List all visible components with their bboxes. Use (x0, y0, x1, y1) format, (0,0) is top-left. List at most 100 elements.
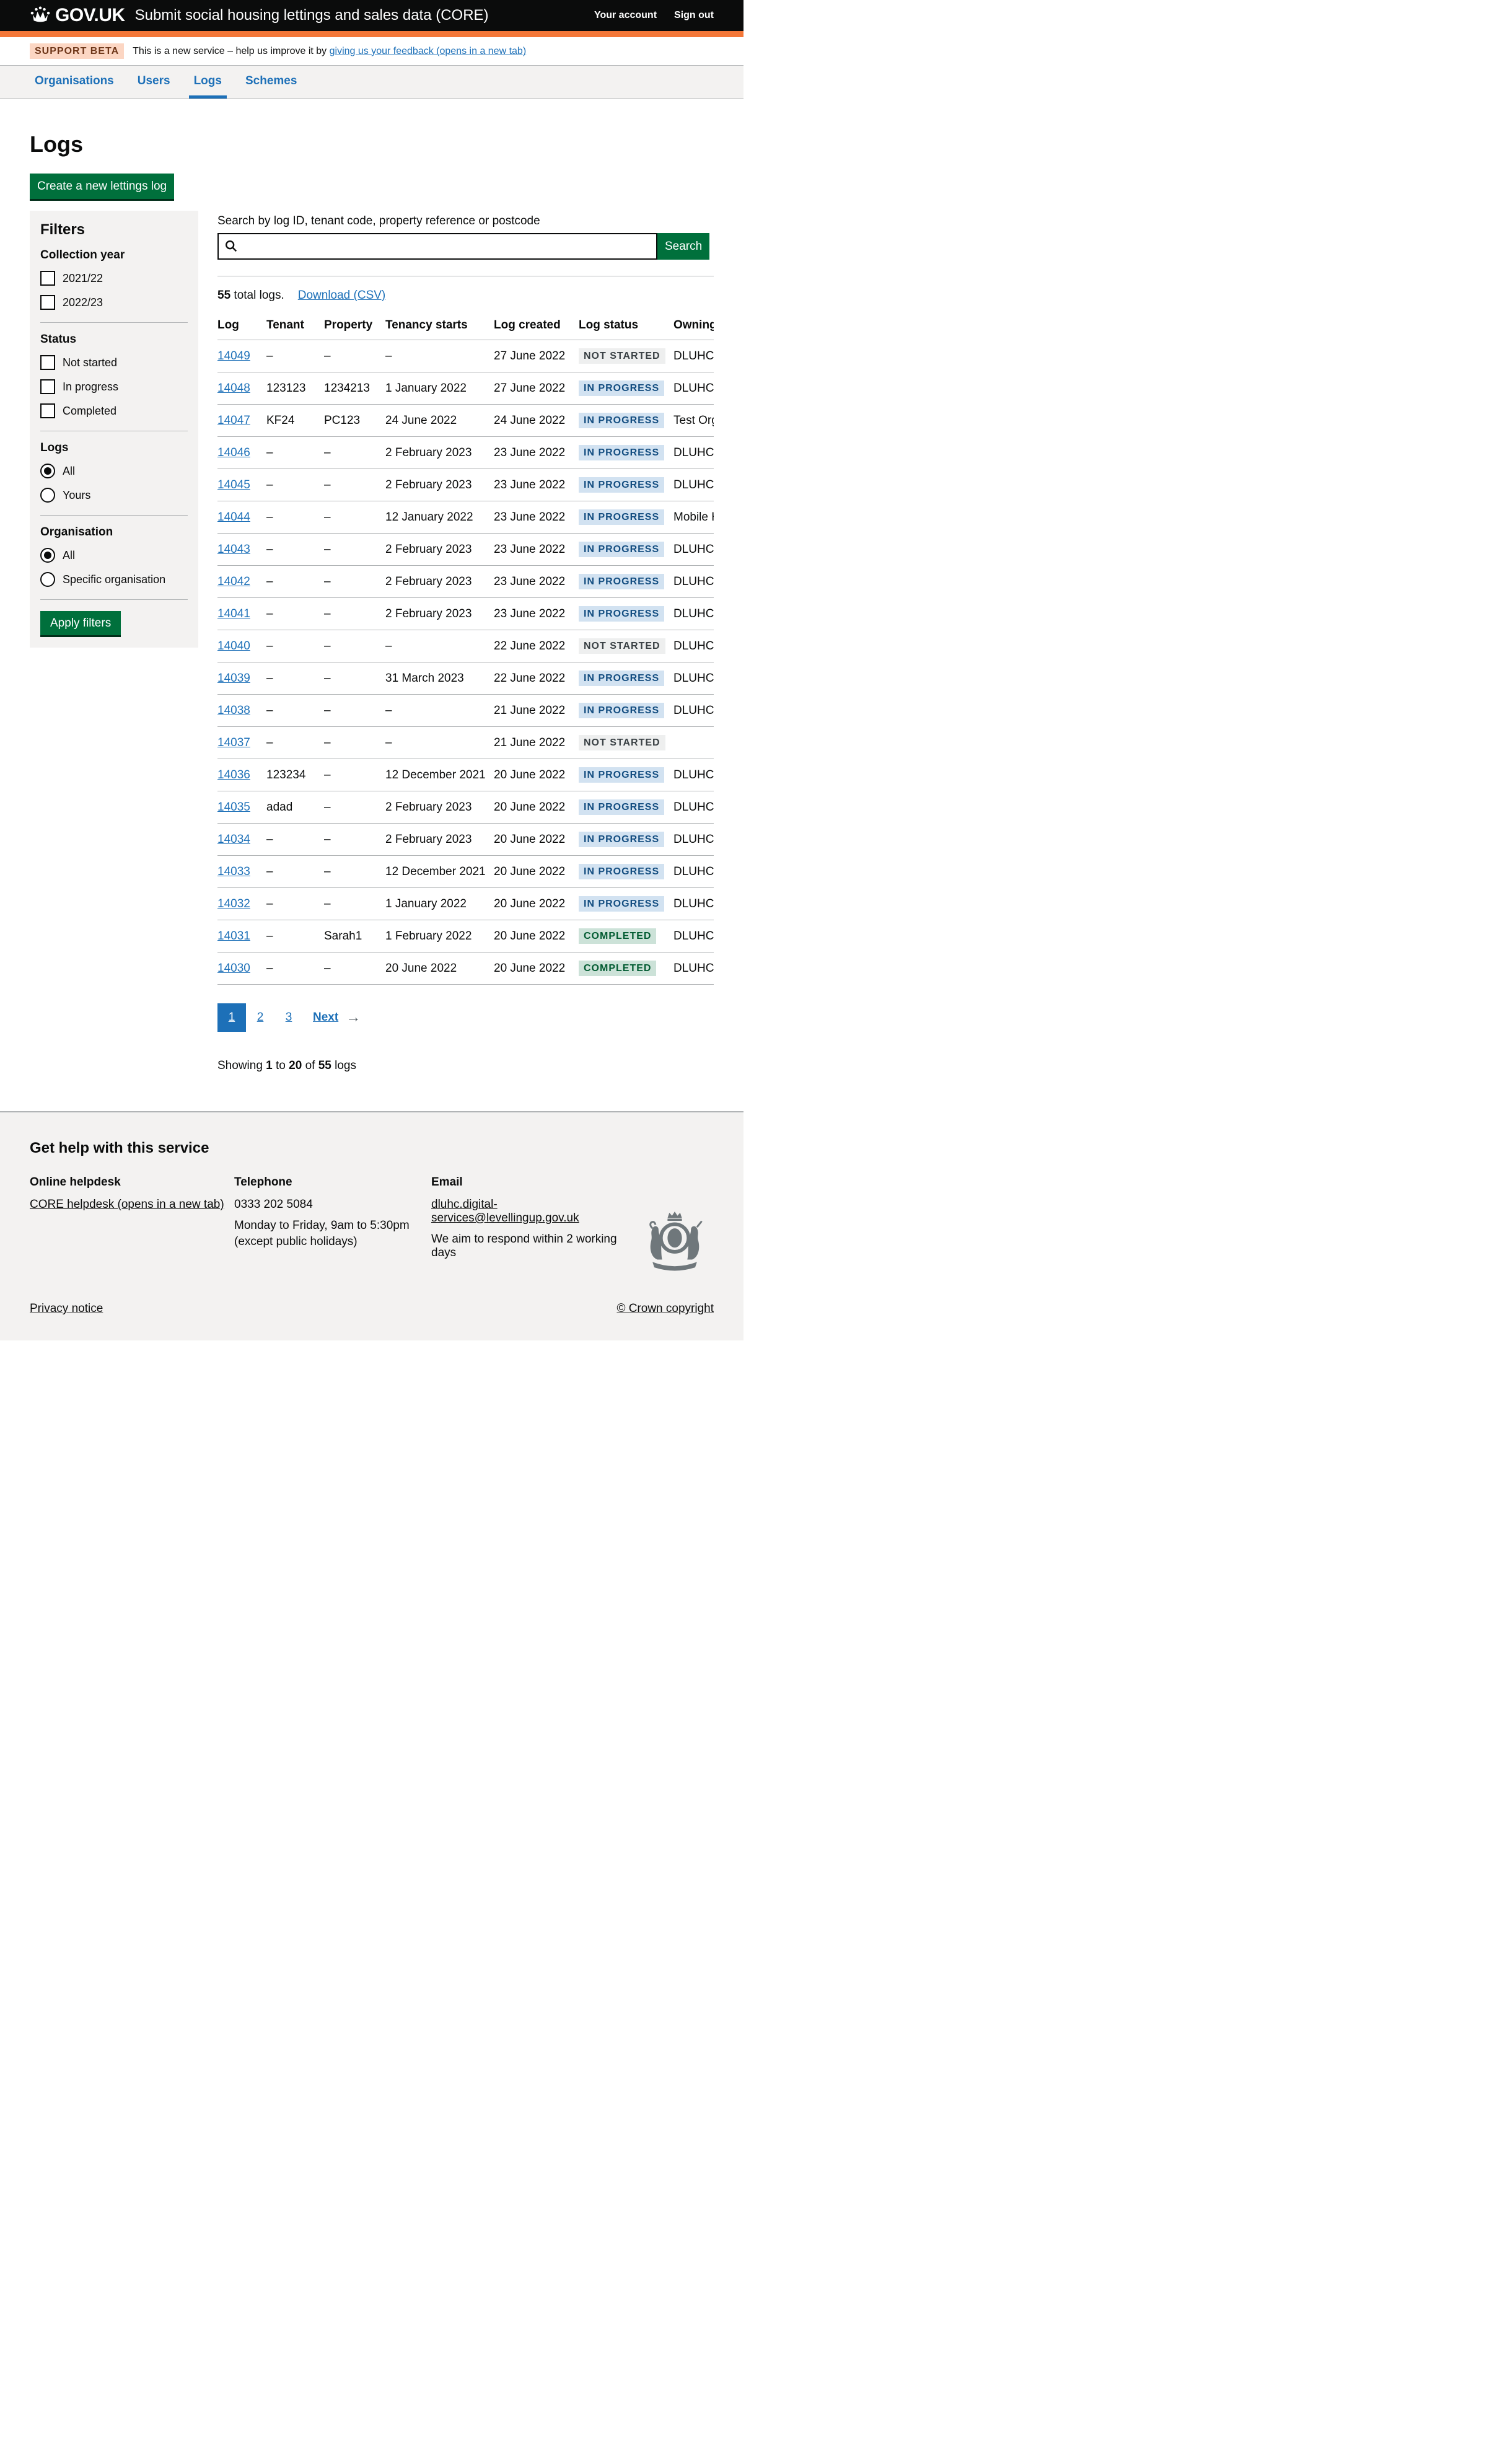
footer-column-email: Email dluhc.digital-services@levellingup… (431, 1176, 636, 1260)
apply-filters-button[interactable]: Apply filters (40, 611, 121, 635)
checkbox-2022-23[interactable] (40, 295, 55, 310)
pagination-page-1[interactable]: 1 (217, 1003, 246, 1032)
owning-organisation-cell: DLUHC Test (673, 888, 714, 920)
showing-from: 1 (266, 1059, 273, 1072)
checkbox-not-started[interactable] (40, 355, 55, 370)
pagination-page-3[interactable]: 3 (274, 1003, 303, 1032)
log-created-cell: 27 June 2022 (494, 372, 579, 405)
radio-logs-yours[interactable] (40, 488, 55, 503)
footer-column-online-helpdesk: Online helpdesk CORE helpdesk (opens in … (30, 1176, 234, 1260)
column-header-log-created: Log created (494, 311, 579, 340)
owning-organisation-cell: DLUHC Test (673, 534, 714, 566)
property-cell: – (324, 695, 385, 727)
log-id-link[interactable]: 14040 (217, 640, 250, 653)
search-input[interactable] (217, 233, 657, 260)
log-id-link[interactable]: 14046 (217, 446, 250, 459)
owning-organisation-cell: Mobile Hous (673, 501, 714, 534)
radio-label: Yours (63, 489, 90, 502)
log-created-cell: 23 June 2022 (494, 598, 579, 630)
logs-table: Log Tenant Property Tenancy starts Log c… (217, 311, 714, 985)
crown-copyright-link[interactable]: © Crown copyright (616, 1302, 714, 1316)
log-id-link[interactable]: 14036 (217, 768, 250, 781)
page-title: Logs (30, 131, 714, 157)
log-id-link[interactable]: 14038 (217, 704, 250, 717)
log-id-link[interactable]: 14033 (217, 865, 250, 878)
checkbox-option-not-started: Not started (40, 355, 188, 370)
feedback-link[interactable]: giving us your feedback (opens in a new … (330, 46, 527, 56)
log-id-link[interactable]: 14044 (217, 511, 250, 524)
status-badge: In progress (579, 542, 664, 557)
nav-item-users[interactable]: Users (133, 66, 175, 99)
radio-logs-all[interactable] (40, 464, 55, 478)
log-id-link[interactable]: 14030 (217, 962, 250, 975)
property-cell: – (324, 888, 385, 920)
log-id-link[interactable]: 14045 (217, 478, 250, 491)
log-created-cell: 21 June 2022 (494, 727, 579, 759)
nav-item-organisations[interactable]: Organisations (30, 66, 119, 99)
logs-table-body: 14049 – – – 27 June 2022 Not started DLU… (217, 340, 714, 985)
table-row: 14046 – – 2 February 2023 23 June 2022 I… (217, 437, 714, 469)
column-header-property: Property (324, 311, 385, 340)
checkbox-completed[interactable] (40, 403, 55, 418)
tenant-cell: – (266, 598, 324, 630)
pagination-next-link[interactable]: Next (313, 1011, 338, 1024)
table-row: 14035 adad – 2 February 2023 20 June 202… (217, 791, 714, 824)
table-row: 14031 – Sarah1 1 February 2022 20 June 2… (217, 920, 714, 953)
radio-label: All (63, 549, 75, 562)
tenancy-starts-cell: – (385, 695, 494, 727)
filter-heading-logs: Logs (40, 441, 188, 455)
log-id-link[interactable]: 14031 (217, 930, 250, 943)
status-badge: In progress (579, 477, 664, 493)
log-created-cell: 23 June 2022 (494, 534, 579, 566)
log-id-link[interactable]: 14049 (217, 350, 250, 363)
table-header-row: Log Tenant Property Tenancy starts Log c… (217, 311, 714, 340)
log-id-link[interactable]: 14041 (217, 607, 250, 620)
owning-organisation-cell: DLUHC Test (673, 469, 714, 501)
property-cell: Sarah1 (324, 920, 385, 953)
tenancy-starts-cell: 2 February 2023 (385, 791, 494, 824)
log-id-link[interactable]: 14039 (217, 672, 250, 685)
nav-item-logs[interactable]: Logs (189, 66, 227, 99)
table-row: 14048 123123 1234213 1 January 2022 27 J… (217, 372, 714, 405)
radio-option-logs-yours: Yours (40, 488, 188, 503)
govuk-logo-link[interactable]: GOV.UK (30, 5, 125, 26)
sign-out-link[interactable]: Sign out (674, 10, 714, 21)
property-cell: – (324, 469, 385, 501)
pagination-page-2[interactable]: 2 (246, 1003, 274, 1032)
service-name-link[interactable]: Submit social housing lettings and sales… (135, 7, 489, 24)
tenant-cell: – (266, 856, 324, 888)
owning-organisation-cell: DLUHC (673, 340, 714, 372)
support-beta-tag: SUPPORT BETA (30, 43, 124, 59)
table-row: 14041 – – 2 February 2023 23 June 2022 I… (217, 598, 714, 630)
search-button[interactable]: Search (657, 233, 709, 260)
tenancy-starts-cell: 2 February 2023 (385, 469, 494, 501)
checkbox-label: Completed (63, 405, 116, 418)
log-id-link[interactable]: 14047 (217, 414, 250, 427)
core-helpdesk-link[interactable]: CORE helpdesk (opens in a new tab) (30, 1198, 224, 1211)
log-id-link[interactable]: 14032 (217, 897, 250, 910)
log-id-link[interactable]: 14034 (217, 833, 250, 846)
owning-organisation-cell (673, 727, 714, 759)
radio-organisation-all[interactable] (40, 548, 55, 563)
log-id-link[interactable]: 14042 (217, 575, 250, 588)
filters-panel: Filters Collection year 2021/22 2022/23 … (30, 211, 198, 648)
log-id-link[interactable]: 14043 (217, 543, 250, 556)
column-header-tenant: Tenant (266, 311, 324, 340)
phase-banner-text-static: This is a new service – help us improve … (133, 46, 329, 56)
owning-organisation-cell: DLUHC Test (673, 437, 714, 469)
checkbox-in-progress[interactable] (40, 379, 55, 394)
log-id-link[interactable]: 14037 (217, 736, 250, 749)
showing-prefix: Showing (217, 1059, 266, 1072)
nav-item-schemes[interactable]: Schemes (240, 66, 302, 99)
create-lettings-log-button[interactable]: Create a new lettings log (30, 174, 174, 199)
privacy-notice-link[interactable]: Privacy notice (30, 1302, 103, 1316)
status-badge: In progress (579, 896, 664, 912)
log-id-link[interactable]: 14048 (217, 382, 250, 395)
table-row: 14032 – – 1 January 2022 20 June 2022 In… (217, 888, 714, 920)
radio-specific-organisation[interactable] (40, 572, 55, 587)
log-id-link[interactable]: 14035 (217, 801, 250, 814)
your-account-link[interactable]: Your account (594, 10, 657, 21)
checkbox-2021-22[interactable] (40, 271, 55, 286)
email-link[interactable]: dluhc.digital-services@levellingup.gov.u… (431, 1198, 579, 1225)
download-csv-link[interactable]: Download (CSV) (298, 289, 386, 302)
